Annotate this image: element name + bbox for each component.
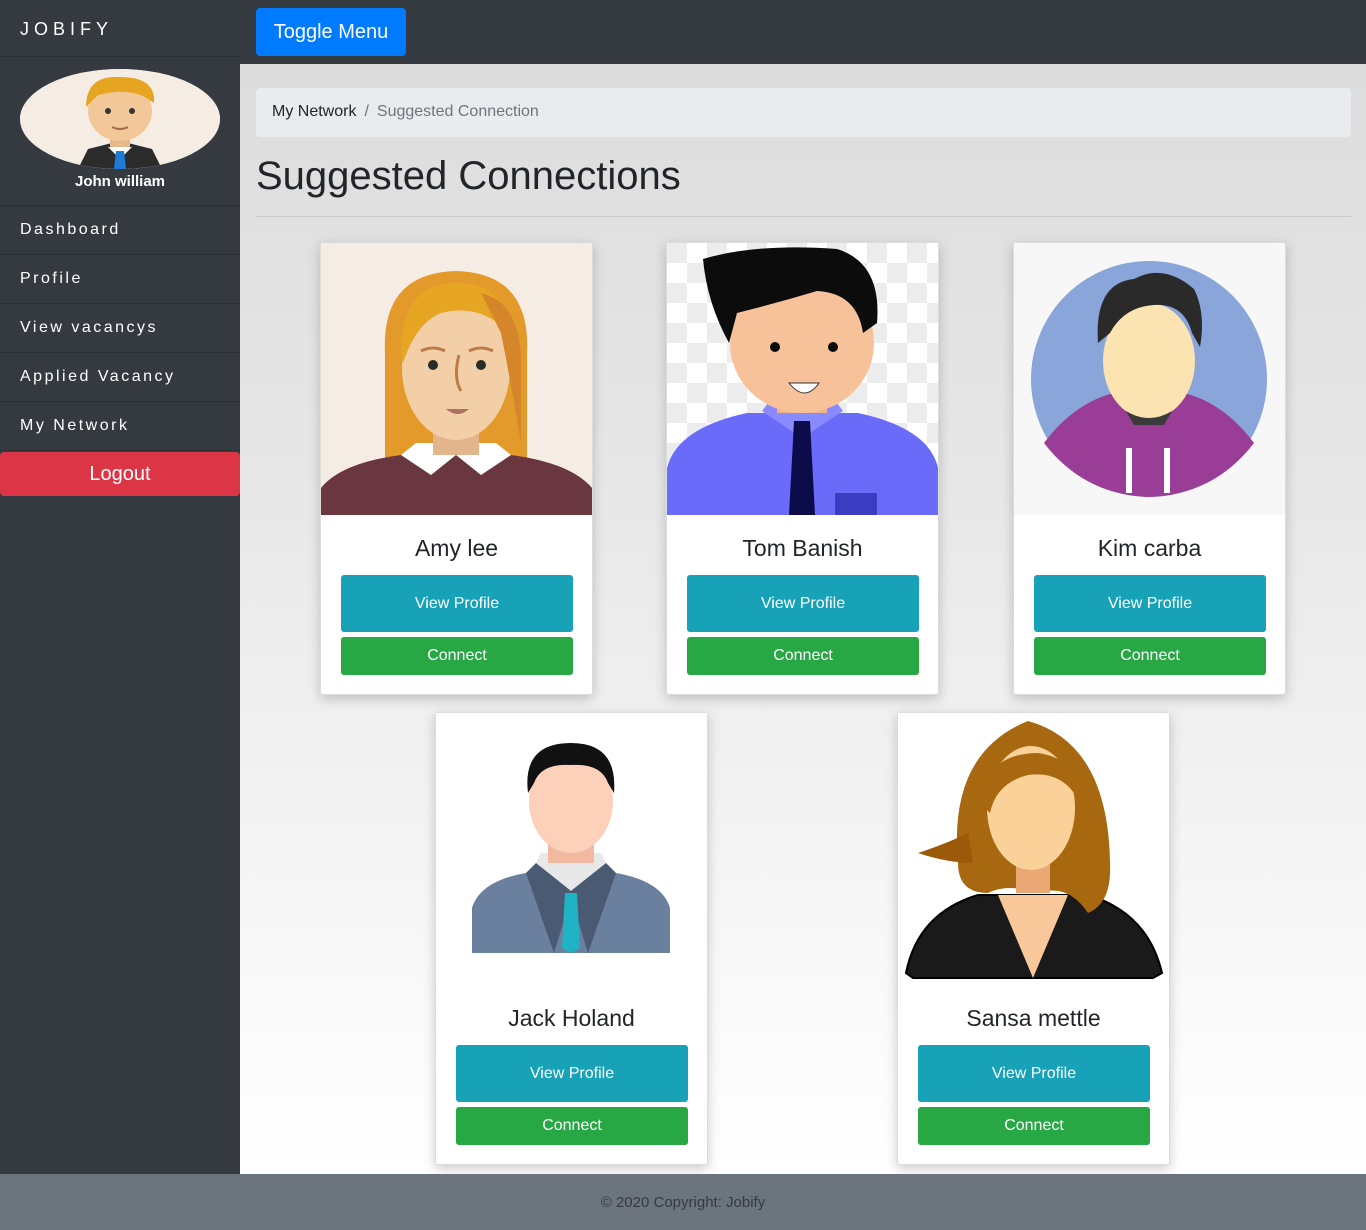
breadcrumb: My Network / Suggested Connection [256, 88, 1351, 137]
connection-card: Amy lee View Profile Connect [320, 242, 593, 695]
connection-name: Amy lee [414, 535, 499, 561]
footer-copyright: © 2020 Copyright: Jobify [600, 1194, 766, 1211]
connection-card: Tom Banish View Profile Connect [666, 242, 939, 695]
connection-name: Jack Holand [508, 1005, 635, 1031]
breadcrumb-separator: / [364, 103, 369, 120]
connect-button[interactable]: Connect [456, 1107, 688, 1145]
view-profile-button[interactable]: View Profile [918, 1045, 1150, 1102]
connection-avatar-image [321, 243, 592, 515]
connect-button[interactable]: Connect [1034, 637, 1266, 675]
toggle-menu-button[interactable]: Toggle Menu [256, 8, 406, 56]
connection-card: Jack Holand View Profile Connect [435, 712, 708, 1165]
user-name: John william [74, 173, 165, 190]
top-navbar: JOBIFY Toggle Menu [0, 0, 1366, 64]
connection-name: Tom Banish [742, 535, 863, 561]
connection-card: Sansa mettle View Profile Connect [897, 712, 1170, 1165]
sidebar-item-view-vacancys[interactable]: View vacancys [0, 304, 240, 353]
view-profile-button[interactable]: View Profile [1034, 575, 1266, 632]
connection-avatar-image [667, 243, 938, 515]
sidebar-item-profile[interactable]: Profile [0, 255, 240, 304]
connection-card: Kim carba View Profile Connect [1013, 242, 1286, 695]
connection-name: Kim carba [1097, 535, 1202, 561]
sidebar-item-my-network[interactable]: My Network [0, 402, 240, 451]
connection-name: Sansa mettle [966, 1005, 1101, 1031]
page-title: Suggested Connections [256, 154, 681, 198]
connection-avatar-image [898, 713, 1169, 985]
connection-avatar-image [1014, 243, 1285, 515]
connect-button[interactable]: Connect [341, 637, 573, 675]
sidebar: John william Dashboard Profile View vaca… [0, 57, 240, 1174]
main-content: My Network / Suggested Connection Suggeste… [240, 64, 1366, 1174]
view-profile-button[interactable]: View Profile [341, 575, 573, 632]
connection-avatar-image [436, 713, 707, 985]
breadcrumb-my-network[interactable]: My Network [272, 103, 356, 120]
footer: © 2020 Copyright: Jobify [0, 1174, 1366, 1230]
sidebar-item-applied-vacancy[interactable]: Applied Vacancy [0, 353, 240, 402]
user-block: John william [0, 57, 240, 206]
title-divider [256, 216, 1351, 217]
view-profile-button[interactable]: View Profile [456, 1045, 688, 1102]
connect-button[interactable]: Connect [918, 1107, 1150, 1145]
brand-logo[interactable]: JOBIFY [0, 0, 240, 57]
logout-button[interactable]: Logout [0, 452, 240, 496]
sidebar-item-dashboard[interactable]: Dashboard [0, 206, 240, 255]
user-avatar [20, 69, 220, 169]
breadcrumb-current: Suggested Connection [376, 103, 539, 120]
view-profile-button[interactable]: View Profile [687, 575, 919, 632]
connect-button[interactable]: Connect [687, 637, 919, 675]
